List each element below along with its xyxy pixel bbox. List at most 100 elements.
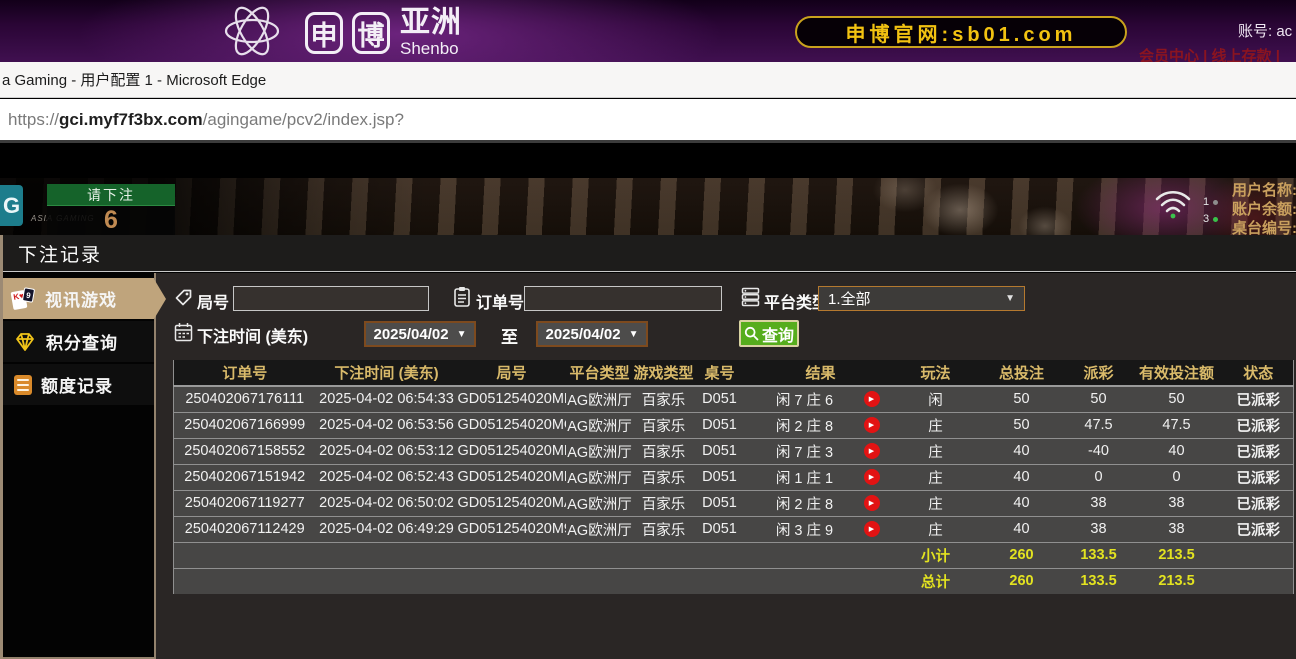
total-row: 总计 260 133.5 213.5: [174, 568, 1294, 594]
cell-game-type: 百家乐: [634, 464, 694, 490]
cell-game-type: 百家乐: [634, 412, 694, 438]
order-id-input[interactable]: [524, 286, 722, 311]
play-video-button[interactable]: ▶: [864, 443, 880, 459]
cell-payout: 38: [1068, 516, 1130, 542]
cell-table-no: D051: [694, 386, 746, 412]
cell-round-id: GD051254020M9: [458, 516, 566, 542]
site-banner: 申 博 亚洲 Shenbo 申博官网:sb01.com 账号: ac 会员中心 …: [0, 0, 1296, 62]
cell-payout: 50: [1068, 386, 1130, 412]
col-round-id: 局号: [458, 360, 566, 386]
cell-total-bet: 40: [976, 438, 1068, 464]
date-from-value: 2025/04/02: [374, 326, 449, 343]
tag-icon: [174, 288, 193, 307]
search-icon: [744, 326, 759, 341]
chevron-down-icon: ▼: [457, 329, 467, 340]
cell-bet-time: 2025-04-02 06:52:43: [316, 464, 458, 490]
cell-round-id: GD051254020MG: [458, 412, 566, 438]
table-number-label: 桌台编号:: [1232, 219, 1296, 235]
player-info-labels: 用户名称: 账户余额: 桌台编号:: [1232, 181, 1296, 235]
cell-bet-side: 闲: [896, 386, 976, 412]
search-button-label: 查询: [762, 322, 794, 346]
sidebar-item-label: 积分查询: [46, 329, 118, 354]
cell-status: 已派彩: [1224, 438, 1294, 464]
cell-round-id: GD051254020ME: [458, 464, 566, 490]
cell-total-bet: 50: [976, 412, 1068, 438]
cell-result: 闲 7 庄 6 ▶: [746, 386, 896, 412]
sidebar-item-video-games[interactable]: K♥ 9 视讯游戏: [3, 278, 154, 319]
subtotal-payout: 133.5: [1068, 542, 1130, 568]
order-id-label: 订单号: [476, 289, 524, 313]
cell-status: 已派彩: [1224, 516, 1294, 542]
cell-bet-side: 庄: [896, 516, 976, 542]
line-number-2: 3: [1203, 213, 1209, 225]
records-table-body: 250402067176111 2025-04-02 06:54:33 GD05…: [174, 386, 1294, 542]
balance-label: 账户余额:: [1232, 200, 1296, 219]
cell-valid-bet: 38: [1130, 490, 1224, 516]
result-text: 闲 2 庄 8: [746, 415, 864, 436]
address-bar[interactable]: https://gci.myf7f3bx.com/agingame/pcv2/i…: [0, 99, 1296, 143]
cell-table-no: D051: [694, 438, 746, 464]
cell-total-bet: 50: [976, 386, 1068, 412]
total-valid-bet: 213.5: [1130, 568, 1224, 594]
date-to-picker[interactable]: 2025/04/02 ▼: [536, 321, 648, 347]
logo-region-cn: 亚洲: [400, 8, 462, 38]
col-payout: 派彩: [1068, 360, 1130, 386]
play-video-button[interactable]: ▶: [864, 391, 880, 407]
cell-valid-bet: 38: [1130, 516, 1224, 542]
sidebar-item-points-query[interactable]: 积分查询: [3, 321, 154, 362]
wifi-icon: [1152, 186, 1194, 220]
date-from-picker[interactable]: 2025/04/02 ▼: [364, 321, 476, 347]
play-video-button[interactable]: ▶: [864, 417, 880, 433]
account-label: 账号: ac: [1238, 20, 1292, 41]
table-header: 订单号 下注时间 (美东) 局号 平台类型 游戏类型 桌号 结果 玩法 总投注 …: [174, 360, 1294, 386]
cell-table-no: D051: [694, 464, 746, 490]
subtotal-label: 小计: [896, 542, 976, 568]
cell-valid-bet: 47.5: [1130, 412, 1224, 438]
platform-type-select[interactable]: 1.全部 ▼: [818, 286, 1025, 311]
table-row: 250402067112429 2025-04-02 06:49:29 GD05…: [174, 516, 1294, 542]
cell-platform: AG欧洲厅: [566, 438, 634, 464]
sidebar-item-quota-records[interactable]: 额度记录: [3, 364, 154, 405]
table-row: 250402067151942 2025-04-02 06:52:43 GD05…: [174, 464, 1294, 490]
total-label: 总计: [896, 568, 976, 594]
flower-logo-icon: [208, 1, 296, 61]
play-video-button[interactable]: ▶: [864, 469, 880, 485]
col-valid-bet: 有效投注额: [1130, 360, 1224, 386]
result-text: 闲 7 庄 3: [746, 441, 864, 462]
line-dot-icon: [1213, 217, 1218, 222]
cell-total-bet: 40: [976, 464, 1068, 490]
member-nav-links[interactable]: 会员中心 | 线上存款 |: [1139, 45, 1280, 62]
subtotal-valid-bet: 213.5: [1130, 542, 1224, 568]
total-payout: 133.5: [1068, 568, 1130, 594]
subtotal-total-bet: 260: [976, 542, 1068, 568]
official-site-button[interactable]: 申博官网:sb01.com: [795, 16, 1127, 48]
logo-region: 亚洲 Shenbo: [400, 8, 462, 57]
cell-status: 已派彩: [1224, 386, 1294, 412]
logo-char-box: 博: [352, 12, 390, 54]
cell-table-no: D051: [694, 412, 746, 438]
document-icon: [14, 375, 32, 395]
cell-valid-bet: 50: [1130, 386, 1224, 412]
result-text: 闲 2 庄 8: [746, 493, 864, 514]
cell-bet-side: 庄: [896, 464, 976, 490]
table-row: 250402067176111 2025-04-02 06:54:33 GD05…: [174, 386, 1294, 412]
col-game-type: 游戏类型: [634, 360, 694, 386]
play-video-button[interactable]: ▶: [864, 521, 880, 537]
search-button[interactable]: 查询: [739, 320, 799, 347]
round-id-input[interactable]: [233, 286, 429, 311]
play-video-button[interactable]: ▶: [864, 495, 880, 511]
table-row: 250402067166999 2025-04-02 06:53:56 GD05…: [174, 412, 1294, 438]
cell-table-no: D051: [694, 490, 746, 516]
sidebar-item-label: 视讯游戏: [45, 286, 117, 311]
col-total-bet: 总投注: [976, 360, 1068, 386]
cell-bet-time: 2025-04-02 06:54:33: [316, 386, 458, 412]
cell-game-type: 百家乐: [634, 490, 694, 516]
playing-cards-icon: K♥ 9: [11, 287, 36, 311]
col-platform: 平台类型: [566, 360, 634, 386]
cell-bet-side: 庄: [896, 490, 976, 516]
platform-type-value: 1.全部: [828, 288, 871, 309]
betting-records-panel: 下注记录 K♥ 9 视讯游戏: [0, 235, 1296, 659]
col-order-id: 订单号: [174, 360, 316, 386]
cell-bet-side: 庄: [896, 438, 976, 464]
cell-order-id: 250402067119277: [174, 490, 316, 516]
